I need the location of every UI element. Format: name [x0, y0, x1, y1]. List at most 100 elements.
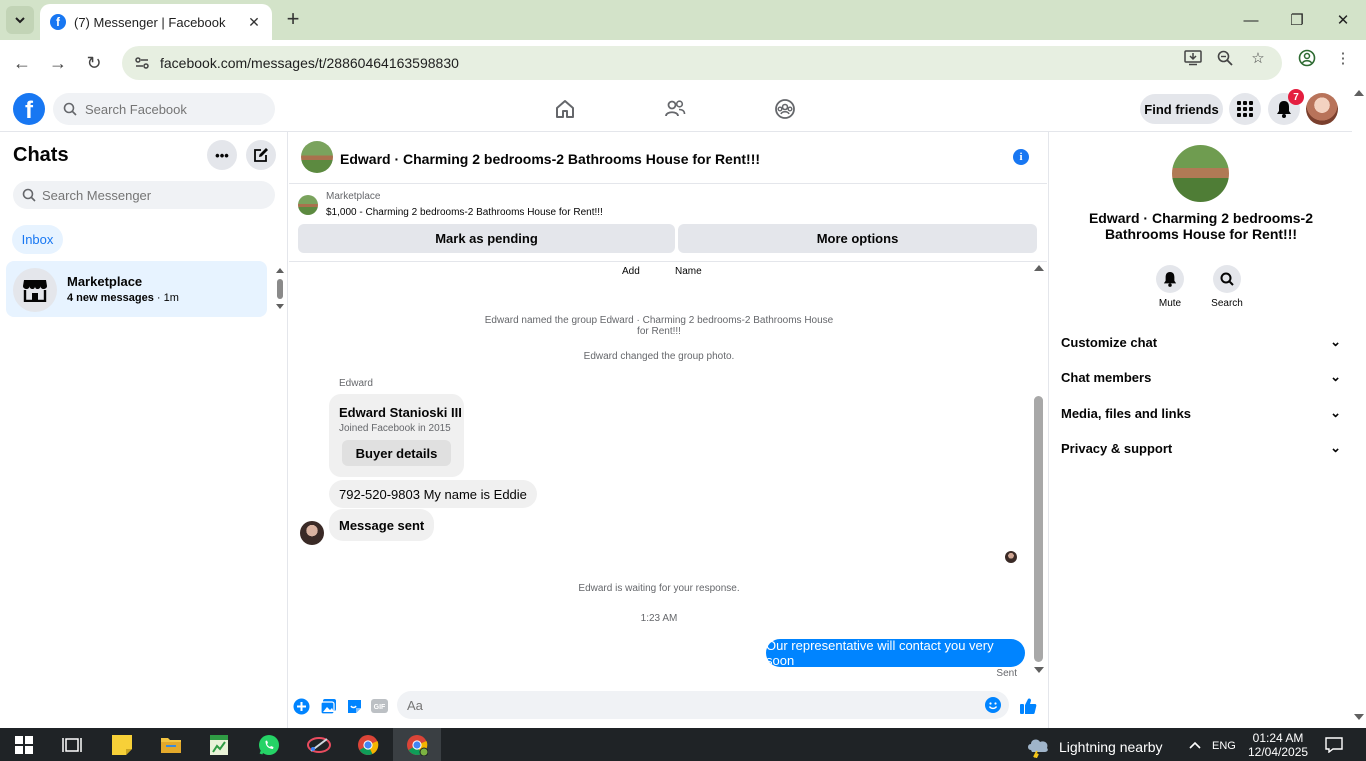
restore-button[interactable]: ❐	[1282, 8, 1312, 32]
listing-thumbnail[interactable]	[298, 195, 318, 215]
marketplace-listing-banner: Marketplace $1,000 - Charming 2 bedrooms…	[289, 184, 1047, 262]
address-bar[interactable]: facebook.com/messages/t/2886046416359883…	[122, 46, 1282, 80]
read-receipt-avatar	[1005, 551, 1017, 563]
new-tab-button[interactable]: +	[282, 8, 304, 30]
reload-button[interactable]: ↻	[80, 50, 108, 76]
sticker-icon[interactable]	[345, 697, 363, 715]
facebook-logo-icon[interactable]: f	[13, 93, 45, 125]
compose-icon	[254, 148, 268, 162]
clock-date: 12/04/2025	[1248, 745, 1309, 759]
new-message-button[interactable]	[246, 140, 276, 170]
facebook-search-field[interactable]	[53, 93, 275, 125]
buyer-profile-card: Edward Stanioski III Joined Facebook in …	[329, 394, 464, 477]
mark-as-pending-button[interactable]: Mark as pending	[298, 224, 675, 253]
minimize-button[interactable]: —	[1236, 8, 1266, 32]
group-photo[interactable]	[301, 141, 333, 173]
window-close-button[interactable]: ✕	[1328, 8, 1358, 32]
site-settings-icon[interactable]	[134, 55, 150, 71]
notification-center-icon[interactable]	[1322, 733, 1346, 757]
marketplace-label: Marketplace	[326, 191, 381, 202]
buyer-name: Edward Stanioski III	[339, 405, 462, 420]
edward-avatar[interactable]	[300, 521, 324, 545]
gif-icon[interactable]: GIF	[370, 697, 388, 715]
more-actions-plus-icon[interactable]	[292, 697, 310, 715]
more-options-button[interactable]: More options	[678, 224, 1037, 253]
conversation-title[interactable]: Edward · Charming 2 bedrooms-2 Bathrooms…	[340, 151, 760, 167]
forward-button[interactable]: →	[44, 50, 72, 76]
mute-button[interactable]: Mute	[1150, 265, 1190, 309]
inbox-filter-tab[interactable]: Inbox	[12, 225, 63, 254]
photo-attach-icon[interactable]	[319, 697, 337, 715]
more-dots-icon: •••	[215, 147, 229, 163]
message-input[interactable]	[407, 697, 967, 713]
clock-time: 01:24 AM	[1252, 731, 1304, 745]
listing-title[interactable]: $1,000 - Charming 2 bedrooms-2 Bathrooms…	[326, 207, 603, 218]
add-action-label[interactable]: Add	[622, 266, 640, 277]
messenger-search-input[interactable]	[42, 187, 262, 203]
browser-menu-icon[interactable]: ⋮	[1334, 49, 1352, 67]
windows-start-icon[interactable]	[12, 733, 36, 757]
account-avatar[interactable]	[1306, 93, 1338, 125]
browser-tab[interactable]: f (7) Messenger | Facebook ✕	[40, 4, 272, 40]
search-in-chat-button[interactable]: Search	[1207, 265, 1247, 309]
zoom-icon[interactable]	[1216, 49, 1234, 67]
conversation-preview: 4 new messages · 1m	[67, 292, 179, 304]
delivery-status: Sent	[996, 668, 1017, 679]
menu-grid-button[interactable]	[1229, 93, 1261, 125]
messenger-search-field[interactable]	[13, 181, 275, 209]
snipping-tool-icon[interactable]	[307, 733, 331, 757]
back-button[interactable]: ←	[8, 50, 36, 76]
incoming-message: Message sent	[329, 509, 435, 541]
windows-taskbar: Lightning nearby ENG 01:24 AM 12/04/2025	[0, 728, 1366, 761]
facebook-search-input[interactable]	[85, 101, 265, 117]
grid-icon	[1237, 101, 1253, 117]
bookmark-star-icon[interactable]: ☆	[1249, 49, 1267, 67]
chevron-down-icon: ⌄	[1330, 334, 1341, 349]
thread-scroll-thumb[interactable]	[1034, 396, 1043, 662]
section-label: Customize chat	[1061, 334, 1158, 350]
message-timestamp: 1:23 AM	[640, 613, 678, 624]
info-icon[interactable]: i	[1013, 149, 1029, 165]
home-icon[interactable]	[552, 96, 578, 122]
system-clock[interactable]: 01:24 AM 12/04/2025	[1248, 731, 1308, 759]
message-input-field[interactable]	[397, 691, 1009, 719]
task-view-icon[interactable]	[60, 733, 84, 757]
like-thumb-icon[interactable]	[1019, 697, 1037, 715]
tab-close-icon[interactable]: ✕	[246, 14, 262, 31]
conversation-item-marketplace[interactable]: Marketplace 4 new messages · 1m	[6, 261, 267, 317]
sidebar-scrollbar[interactable]	[276, 268, 284, 314]
whatsapp-icon[interactable]	[257, 733, 281, 757]
profile-icon[interactable]	[1298, 49, 1316, 67]
buyer-details-button[interactable]: Buyer details	[342, 440, 451, 466]
chrome-profile-icon[interactable]	[405, 733, 429, 757]
chat-options-button[interactable]: •••	[207, 140, 237, 170]
chat-members-section[interactable]: Chat members ⌄	[1061, 367, 1341, 387]
chevron-down-icon: ⌄	[1330, 369, 1341, 384]
notification-badge: 7	[1288, 89, 1304, 105]
system-message-rename: Edward named the group Edward · Charming…	[484, 315, 834, 337]
find-friends-button[interactable]: Find friends	[1140, 94, 1223, 124]
privacy-support-section[interactable]: Privacy & support ⌄	[1061, 438, 1341, 458]
waiting-notice: Edward is waiting for your response.	[578, 583, 740, 594]
page-scrollbar[interactable]	[1352, 86, 1366, 728]
name-action-label[interactable]: Name	[675, 266, 702, 277]
friends-icon[interactable]	[662, 96, 688, 122]
weather-widget[interactable]: Lightning nearby	[1025, 736, 1163, 758]
groups-icon[interactable]	[772, 96, 798, 122]
install-app-icon[interactable]	[1184, 49, 1202, 67]
incoming-message: 792-520-9803 My name is Eddie	[329, 480, 537, 508]
customize-chat-section[interactable]: Customize chat ⌄	[1061, 332, 1341, 352]
sticky-notes-icon[interactable]	[110, 733, 134, 757]
file-explorer-icon[interactable]	[159, 733, 183, 757]
mute-label: Mute	[1158, 298, 1182, 309]
group-photo-large[interactable]	[1172, 145, 1229, 202]
conversation-header: Edward · Charming 2 bedrooms-2 Bathrooms…	[289, 132, 1047, 184]
tab-search-button[interactable]	[6, 6, 34, 34]
thread-scrollbar[interactable]	[1032, 263, 1046, 679]
input-language[interactable]: ENG	[1212, 740, 1236, 752]
system-tray-chevron-icon[interactable]	[1183, 733, 1207, 757]
spreadsheet-app-icon[interactable]	[207, 733, 231, 757]
chrome-icon[interactable]	[356, 733, 380, 757]
emoji-icon[interactable]	[985, 697, 1001, 713]
media-files-section[interactable]: Media, files and links ⌄	[1061, 403, 1341, 423]
